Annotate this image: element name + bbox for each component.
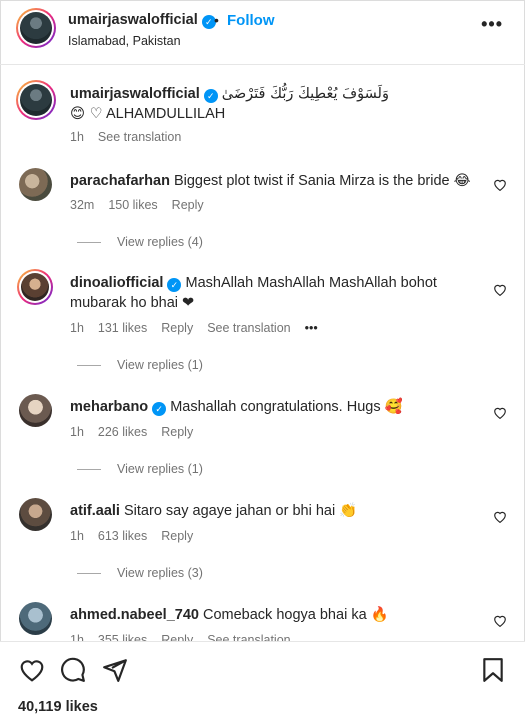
see-translation-link[interactable]: See translation: [98, 130, 181, 144]
comment-text: Sitaro say agaye jahan or bhi hai 👏: [124, 503, 358, 519]
separator-dot: •: [214, 12, 219, 28]
reply-button[interactable]: Reply: [161, 321, 193, 335]
comment-meta: 1h 226 likes Reply: [70, 425, 194, 439]
bookmark-icon[interactable]: [481, 657, 505, 683]
comment-likes[interactable]: 131 likes: [98, 321, 147, 335]
caption-meta: 1h See translation: [70, 130, 195, 144]
heart-icon[interactable]: [19, 658, 45, 682]
comment-body: dinoaliofficial ✓ MashAllah MashAllah Mas…: [70, 273, 480, 294]
header-divider: [0, 64, 525, 65]
see-translation-link[interactable]: See translation: [207, 321, 290, 335]
comment-body: meharbano ✓ Mashallah congratulations. Hu…: [70, 397, 403, 418]
author-username[interactable]: umairjaswalofficial ✓: [68, 12, 216, 29]
caption-text: ALHAMDULLILAH: [105, 106, 226, 122]
verified-badge-icon: ✓: [152, 402, 167, 416]
comment-body: ahmed.nabeel_740 Comeback hogya bhai ka …: [70, 605, 389, 626]
reply-button[interactable]: Reply: [172, 198, 204, 212]
comment-avatar[interactable]: [19, 394, 52, 427]
comment-username[interactable]: parachafarhan: [70, 173, 170, 189]
post-location[interactable]: Islamabad, Pakistan: [68, 34, 181, 48]
comment-meta: 1h 131 likes Reply See translation •••: [70, 321, 318, 335]
comment-likes[interactable]: 226 likes: [98, 425, 147, 439]
view-replies-button[interactable]: View replies (1): [77, 358, 203, 372]
caption-avatar[interactable]: [16, 80, 56, 120]
comment-body: atif.aali Sitaro say agaye jahan or bhi …: [70, 501, 357, 522]
comment-body: parachafarhan Biggest plot twist if Sani…: [70, 171, 471, 192]
comment-like-heart-icon[interactable]: [493, 283, 507, 296]
comment-avatar[interactable]: [19, 168, 52, 201]
comment-text: Biggest plot twist if Sania Mirza is the…: [173, 173, 471, 189]
share-icon[interactable]: [102, 657, 128, 683]
view-replies-button[interactable]: View replies (3): [77, 566, 203, 580]
comment-avatar[interactable]: [19, 602, 52, 635]
comment-username[interactable]: meharbano: [70, 399, 148, 415]
verified-badge-icon: ✓: [167, 278, 182, 292]
comment-like-heart-icon[interactable]: [493, 178, 507, 191]
verified-badge-icon: ✓: [203, 89, 218, 103]
comment-likes[interactable]: 150 likes: [108, 198, 157, 212]
comment-text: MashAllah MashAllah MashAllah bohot: [185, 275, 437, 291]
comment-icon[interactable]: [60, 657, 86, 683]
likes-count[interactable]: 40,119 likes: [18, 699, 98, 715]
comment-like-heart-icon[interactable]: [493, 510, 507, 523]
comment-meta: 1h 613 likes Reply: [70, 529, 194, 543]
reply-button[interactable]: Reply: [161, 529, 193, 543]
author-avatar[interactable]: [16, 8, 56, 48]
comment-avatar[interactable]: [19, 498, 52, 531]
view-replies-button[interactable]: View replies (4): [77, 235, 203, 249]
comment-text: Mashallah congratulations. Hugs 🥰: [170, 399, 403, 415]
reply-button[interactable]: Reply: [161, 425, 193, 439]
caption-line2: 😊 ♡ ALHAMDULLILAH: [70, 104, 225, 125]
view-replies-button[interactable]: View replies (1): [77, 462, 203, 476]
comment-meta: 32m 150 likes Reply: [70, 198, 204, 212]
post-header: umairjaswalofficial ✓ • Follow Islamabad,…: [0, 0, 525, 63]
caption-time: 1h: [70, 130, 84, 144]
comment-likes[interactable]: 613 likes: [98, 529, 147, 543]
comment-avatar[interactable]: [17, 269, 53, 305]
follow-button[interactable]: Follow: [227, 12, 275, 29]
comment-username[interactable]: dinoaliofficial: [70, 275, 163, 291]
smile-heart-emojis: 😊 ♡: [70, 106, 103, 122]
comment-more-icon[interactable]: •••: [305, 321, 318, 335]
comment-like-heart-icon[interactable]: [493, 406, 507, 419]
comment-like-heart-icon[interactable]: [493, 614, 507, 627]
comment-text: Comeback hogya bhai ka 🔥: [203, 607, 389, 623]
comment-body-line2: mubarak ho bhai ❤: [70, 295, 195, 311]
caption-arabic: وَلَسَوْفَ يُعْطِيكَ رَبُّكَ فَتَرْضَىٰ: [221, 86, 389, 102]
more-options-icon[interactable]: •••: [481, 14, 503, 35]
comment-username[interactable]: atif.aali: [70, 503, 120, 519]
caption-username[interactable]: umairjaswalofficial: [70, 86, 200, 102]
caption-line1: umairjaswalofficial ✓ وَلَسَوْفَ يُعْطِيك…: [70, 84, 510, 105]
comment-username[interactable]: ahmed.nabeel_740: [70, 607, 199, 623]
